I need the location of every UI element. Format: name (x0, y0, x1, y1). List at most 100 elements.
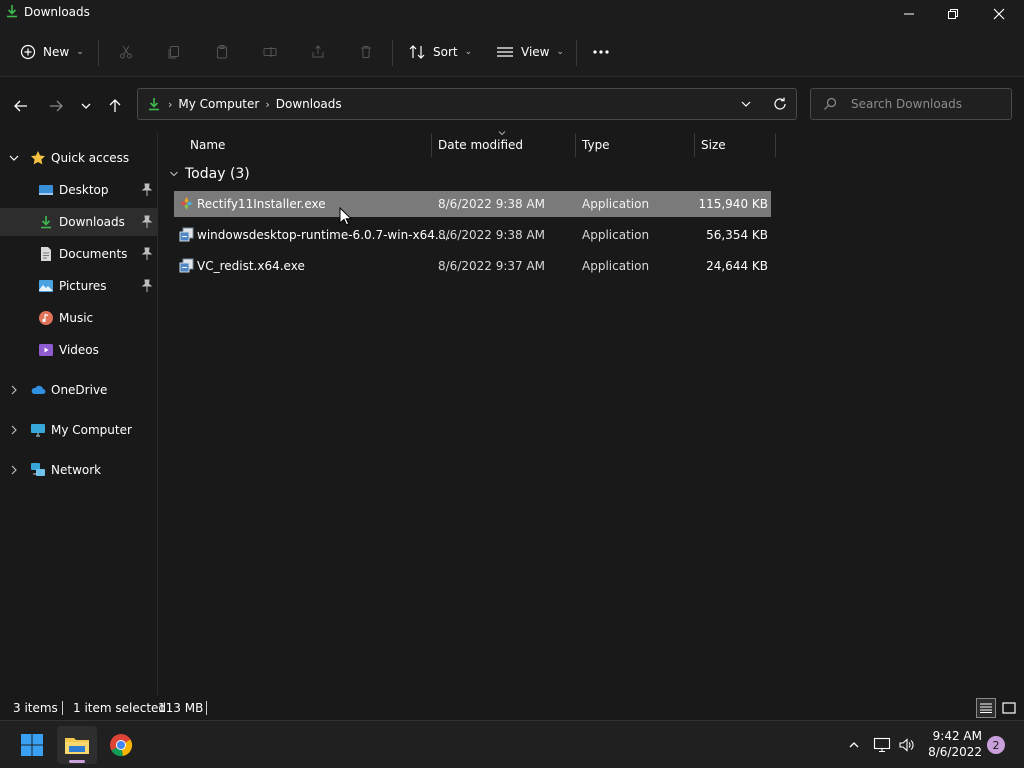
clock-date: 8/6/2022 (928, 745, 982, 759)
file-explorer-taskbar-button[interactable] (57, 726, 97, 764)
file-type: Application (582, 259, 650, 273)
back-button[interactable] (9, 95, 33, 117)
chevron-right-icon: › (265, 97, 270, 111)
chevron-up-icon[interactable] (844, 735, 864, 755)
restore-button[interactable] (930, 0, 976, 28)
file-row-rectify11installer[interactable]: Rectify11Installer.exe 8/6/2022 9:38 AM … (174, 191, 771, 217)
divider (576, 40, 577, 66)
forward-button[interactable] (44, 95, 68, 117)
breadcrumb: › My Computer › Downloads (146, 96, 342, 112)
sidebar-item-onedrive[interactable]: OneDrive (0, 376, 157, 404)
close-button[interactable] (976, 0, 1022, 28)
search-input[interactable]: Search Downloads (851, 97, 962, 111)
mouse-cursor-icon (339, 207, 353, 227)
sidebar-label: Downloads (59, 215, 125, 229)
title-bar: Downloads (0, 0, 1024, 28)
sidebar-item-my-computer[interactable]: My Computer (0, 416, 157, 444)
network-status-icon[interactable] (872, 735, 892, 755)
file-name: windowsdesktop-runtime-6.0.7-win-x64.... (197, 228, 451, 242)
recent-locations-button[interactable] (74, 95, 98, 117)
refresh-icon[interactable] (772, 96, 788, 112)
paste-icon[interactable] (210, 40, 234, 64)
pin-icon (141, 183, 153, 197)
column-header-type[interactable]: Type (576, 133, 694, 159)
column-header-date[interactable]: Date modified (432, 131, 575, 159)
address-row: › My Computer › Downloads Search Downloa… (0, 76, 1024, 133)
download-icon (4, 3, 20, 19)
file-date: 8/6/2022 9:37 AM (438, 259, 546, 273)
view-label: View (521, 45, 550, 59)
setup-exe-icon (179, 258, 194, 273)
minimize-button[interactable] (886, 0, 932, 28)
address-bar[interactable]: › My Computer › Downloads (137, 88, 797, 120)
sidebar-label: Pictures (59, 279, 107, 293)
chevron-down-icon[interactable] (8, 152, 20, 164)
cut-icon[interactable] (114, 40, 138, 64)
sidebar-item-music[interactable]: Music (0, 304, 157, 332)
large-icons-view-button[interactable] (999, 698, 1019, 718)
details-view-button[interactable] (976, 698, 996, 718)
file-date: 8/6/2022 9:38 AM (438, 197, 546, 211)
chevron-right-icon[interactable] (8, 424, 20, 436)
copy-icon[interactable] (162, 40, 186, 64)
chrome-icon[interactable] (101, 726, 141, 764)
column-header-size[interactable]: Size (695, 133, 775, 159)
column-divider[interactable] (775, 133, 776, 157)
file-type: Application (582, 228, 650, 242)
start-button[interactable] (12, 726, 52, 764)
download-icon (146, 96, 162, 112)
sidebar-item-downloads[interactable]: Downloads (0, 208, 157, 236)
file-row-vc-redist[interactable]: VC_redist.x64.exe 8/6/2022 9:37 AM Appli… (174, 253, 771, 279)
star-icon (30, 150, 46, 166)
share-icon[interactable] (306, 40, 330, 64)
new-label: New (43, 45, 70, 59)
view-icon (496, 44, 514, 60)
notification-badge[interactable]: 2 (987, 736, 1005, 754)
view-button[interactable]: View ⌄ (496, 37, 564, 67)
download-icon (38, 214, 54, 230)
rename-icon[interactable] (258, 40, 282, 64)
videos-icon (38, 342, 54, 358)
sidebar-label: Music (59, 311, 94, 325)
document-icon (38, 246, 54, 262)
sort-label: Sort (433, 45, 458, 59)
taskbar: 9:42 AM 8/6/2022 2 (0, 720, 1024, 768)
window-title: Downloads (24, 5, 90, 19)
search-box[interactable]: Search Downloads (810, 88, 1012, 120)
divider (62, 701, 63, 715)
music-icon (38, 310, 54, 326)
breadcrumb-downloads[interactable]: Downloads (276, 97, 342, 111)
sidebar-item-desktop[interactable]: Desktop (0, 176, 157, 204)
sidebar-item-documents[interactable]: Documents (0, 240, 157, 268)
clock[interactable]: 9:42 AM 8/6/2022 (926, 728, 982, 760)
breadcrumb-my-computer[interactable]: My Computer (178, 97, 259, 111)
navigation-pane: Quick access Desktop Downloads Documents (0, 133, 158, 695)
address-dropdown-icon[interactable] (740, 98, 752, 110)
chevron-down-icon (169, 169, 179, 179)
more-options-icon[interactable] (589, 40, 613, 64)
volume-icon[interactable] (897, 735, 917, 755)
sort-icon (408, 44, 426, 60)
item-count: 3 items (13, 701, 58, 715)
file-list: Name Date modified Type Size Today (3) R… (159, 131, 1024, 695)
column-header-name[interactable]: Name (159, 133, 431, 159)
sidebar-item-network[interactable]: Network (0, 456, 157, 484)
file-name: Rectify11Installer.exe (197, 197, 326, 211)
file-row-windowsdesktop-runtime[interactable]: windowsdesktop-runtime-6.0.7-win-x64....… (174, 222, 771, 248)
sidebar-item-videos[interactable]: Videos (0, 336, 157, 364)
up-button[interactable] (103, 95, 127, 117)
selection-size: 113 MB (158, 701, 204, 715)
chevron-right-icon[interactable] (8, 464, 20, 476)
chevron-right-icon[interactable] (8, 384, 20, 396)
delete-icon[interactable] (354, 40, 378, 64)
setup-exe-icon (179, 227, 194, 242)
new-button[interactable]: New ⌄ (20, 37, 84, 67)
plus-circle-icon (20, 44, 36, 60)
sidebar-label: Quick access (51, 151, 130, 165)
sidebar-item-quick-access[interactable]: Quick access (0, 144, 157, 172)
selection-count: 1 item selected (73, 701, 167, 715)
group-header-today[interactable]: Today (3) (169, 166, 250, 182)
sidebar-item-pictures[interactable]: Pictures (0, 272, 157, 300)
sort-button[interactable]: Sort ⌄ (408, 37, 472, 67)
divider (206, 701, 207, 715)
